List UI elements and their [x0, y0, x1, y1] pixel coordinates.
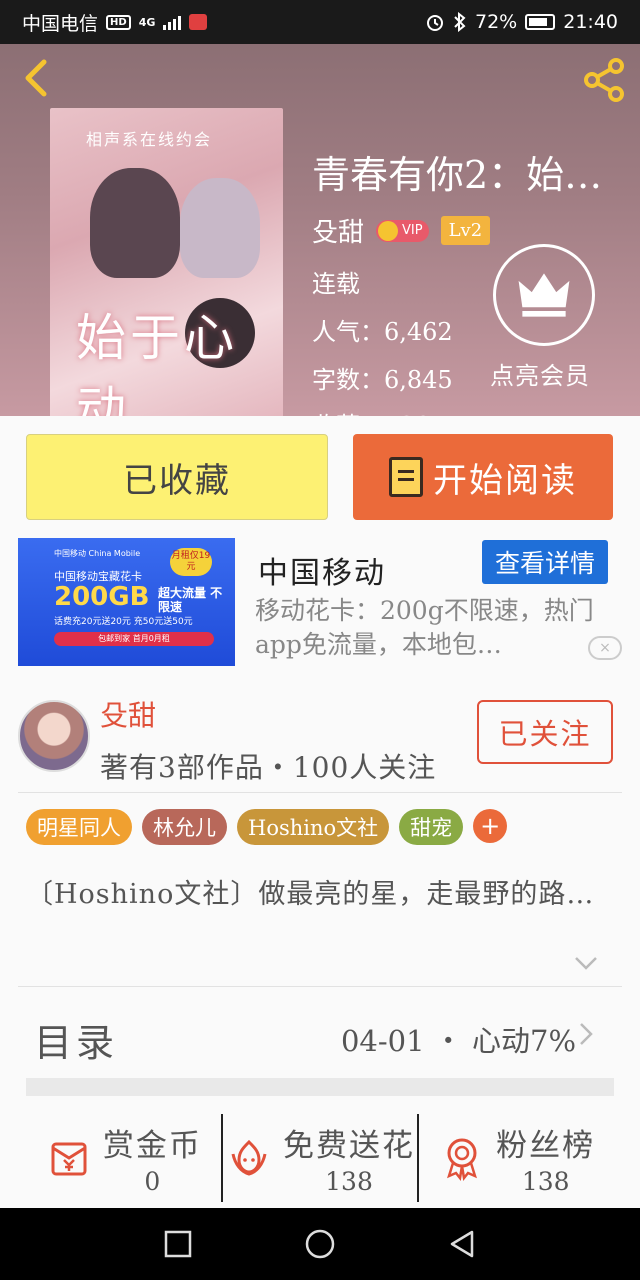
start-reading-button[interactable]: 开始阅读: [353, 434, 613, 520]
word-count: 字数：6,845: [312, 366, 453, 394]
alarm-icon: [427, 15, 443, 31]
fan-ranking-button[interactable]: 粉丝榜 138: [417, 1114, 614, 1202]
toc-label[interactable]: 目录: [34, 1012, 118, 1067]
vip-badge: VIP: [376, 219, 429, 242]
book-status: 连载: [312, 270, 360, 298]
toc-progress[interactable]: 04-01 ・ 心动7%: [341, 1018, 576, 1060]
flower-icon: [231, 1139, 267, 1176]
medal-icon: [447, 1138, 478, 1181]
level-badge: Lv2: [440, 216, 491, 245]
red-envelope-icon: [51, 1142, 87, 1176]
flower-value: 138: [325, 1167, 373, 1196]
ad-detail-button[interactable]: 查看详情: [482, 540, 608, 584]
network-label: 4G: [138, 15, 156, 29]
fans-label: 粉丝榜: [496, 1128, 596, 1164]
recent-apps-icon[interactable]: [162, 1228, 194, 1260]
member-crown-icon[interactable]: [493, 244, 595, 346]
ad-close-button[interactable]: ×: [588, 636, 622, 660]
book-author[interactable]: 殳甜: [312, 212, 364, 249]
popularity: 人气：6,462: [312, 318, 453, 346]
book-cover[interactable]: 相声系在线约会 始于心动: [50, 108, 283, 416]
author-avatar[interactable]: [18, 700, 90, 772]
add-tag-button[interactable]: +: [473, 809, 508, 843]
fans-value: 138: [521, 1167, 570, 1196]
signal-icon: [163, 14, 182, 30]
share-icon[interactable]: [580, 56, 628, 104]
cover-title: 始于心动: [76, 309, 238, 416]
tag-item[interactable]: Hoshino文社: [237, 809, 390, 845]
carrier-label: 中国电信: [22, 12, 99, 35]
crown-icon: [378, 220, 399, 241]
back-nav-icon[interactable]: [446, 1228, 478, 1260]
tag-item[interactable]: 甜宠: [399, 809, 464, 845]
battery-icon: [525, 14, 556, 30]
free-flower-button[interactable]: 免费送花 138: [220, 1114, 418, 1202]
cover-top-text: 相声系在线约会: [86, 130, 213, 149]
reward-coins-button[interactable]: 赏金币 0: [26, 1114, 221, 1202]
section-separator: [26, 1078, 614, 1096]
notification-icon: [189, 14, 208, 30]
action-bar: 赏金币 0 免费送花 138 粉丝榜 138: [26, 1114, 614, 1202]
ad-banner-image[interactable]: 中国移动 China Mobile 月租仅19元 中国移动宝藏花卡 200GB …: [18, 538, 235, 666]
book-summary[interactable]: 〔Hoshino文社〕做最亮的星，走最野的路…: [26, 876, 616, 914]
chevron-right-icon[interactable]: [578, 1021, 594, 1047]
system-nav-bar: [0, 1208, 640, 1280]
chevron-down-icon[interactable]: [574, 956, 598, 970]
clock: 21:40: [563, 11, 618, 33]
battery-percent: 72%: [475, 11, 518, 33]
follow-button[interactable]: 已关注: [477, 700, 613, 764]
collection-count: 收藏：136: [312, 406, 430, 416]
author-stats: 著有3部作品・100人关注: [100, 751, 437, 784]
back-icon[interactable]: [16, 56, 56, 100]
author-line: 殳甜 VIP Lv2: [312, 212, 491, 249]
home-icon[interactable]: [304, 1228, 336, 1260]
book-title: 青春有你2：始…: [312, 153, 603, 197]
tag-list: 明星同人 林允儿 Hoshino文社 甜宠 +: [26, 809, 508, 845]
reward-value: 0: [144, 1167, 161, 1196]
status-bar: 中国电信 HD 4G 72% 21:40: [0, 0, 640, 44]
flower-label: 免费送花: [283, 1128, 415, 1164]
book-detail-sheet: 已收藏 开始阅读 中国移动 China Mobile 月租仅19元 中国移动宝藏…: [0, 416, 640, 1208]
divider: [18, 792, 622, 793]
bluetooth-icon: [454, 12, 466, 32]
divider: [18, 986, 622, 987]
book-icon: [389, 457, 423, 497]
book-header: 相声系在线约会 始于心动 青春有你2：始… 殳甜 VIP Lv2 连载 人气：6…: [0, 44, 640, 416]
tag-item[interactable]: 明星同人: [26, 809, 132, 845]
ad-title: 中国移动: [258, 556, 386, 591]
hd-badge: HD: [106, 14, 131, 30]
member-label[interactable]: 点亮会员: [490, 356, 590, 391]
reward-label: 赏金币: [102, 1128, 202, 1164]
collected-button[interactable]: 已收藏: [26, 434, 328, 520]
author-name[interactable]: 殳甜: [100, 694, 156, 734]
tag-item[interactable]: 林允儿: [142, 809, 227, 845]
ad-description: 移动花卡：200g不限速，热门app免流量，本地包…: [255, 596, 594, 659]
